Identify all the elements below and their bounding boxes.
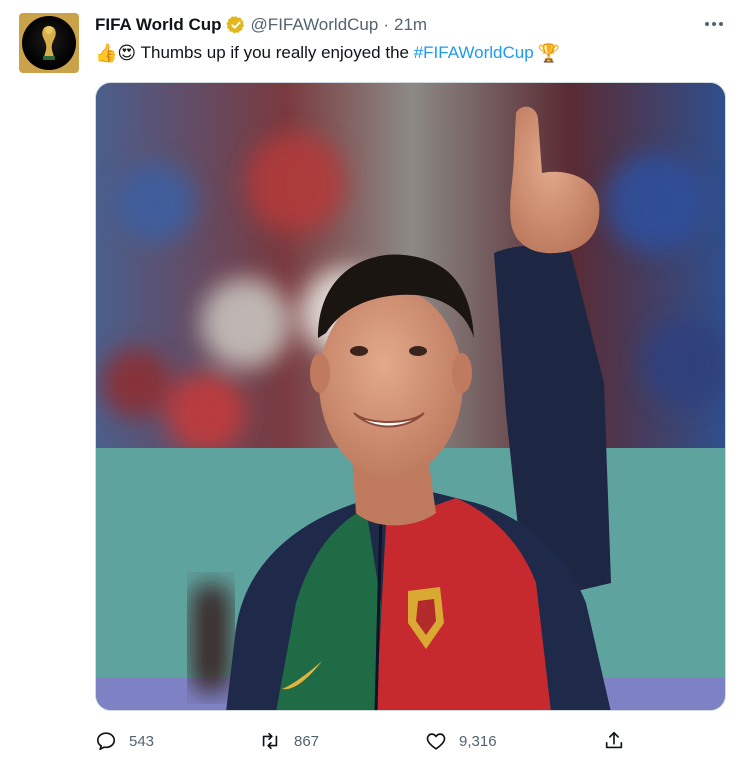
hashtag-link[interactable]: #FIFAWorldCup	[414, 43, 534, 63]
world-cup-trophy-icon	[42, 26, 56, 60]
like-icon	[426, 733, 446, 750]
tweet-actions: 543 867 9,316	[95, 728, 635, 754]
avatar[interactable]	[19, 13, 79, 73]
retweet-button[interactable]: 867	[258, 728, 319, 754]
reply-button[interactable]: 543	[95, 728, 154, 754]
retweet-count: 867	[294, 732, 320, 750]
tweet-body: Thumbs up if you really enjoyed the	[136, 43, 414, 62]
tweet-emoji: 👍😍	[95, 42, 137, 63]
timestamp[interactable]: 21m	[394, 15, 427, 35]
retweet-icon	[262, 732, 278, 750]
share-icon	[605, 731, 623, 749]
display-name[interactable]: FIFA World Cup	[95, 15, 222, 35]
verified-badge-icon	[225, 15, 246, 35]
tweet-text: 👍😍 Thumbs up if you really enjoyed the #…	[95, 40, 560, 66]
tweet[interactable]: FIFA World Cup @FIFAWorldCup · 21m 👍😍 Th…	[0, 0, 743, 764]
like-count: 9,316	[459, 732, 497, 750]
more-options-icon[interactable]	[703, 14, 725, 34]
reply-icon	[96, 732, 116, 751]
reply-count: 543	[129, 732, 155, 750]
handle[interactable]: @FIFAWorldCup	[251, 15, 379, 35]
tweet-header: FIFA World Cup @FIFAWorldCup · 21m	[95, 13, 427, 37]
share-button[interactable]	[603, 728, 625, 754]
separator: ·	[383, 15, 390, 34]
like-button[interactable]: 9,316	[425, 728, 497, 754]
trophy-emoji: 🏆	[537, 42, 561, 63]
tweet-photo[interactable]	[95, 82, 726, 711]
